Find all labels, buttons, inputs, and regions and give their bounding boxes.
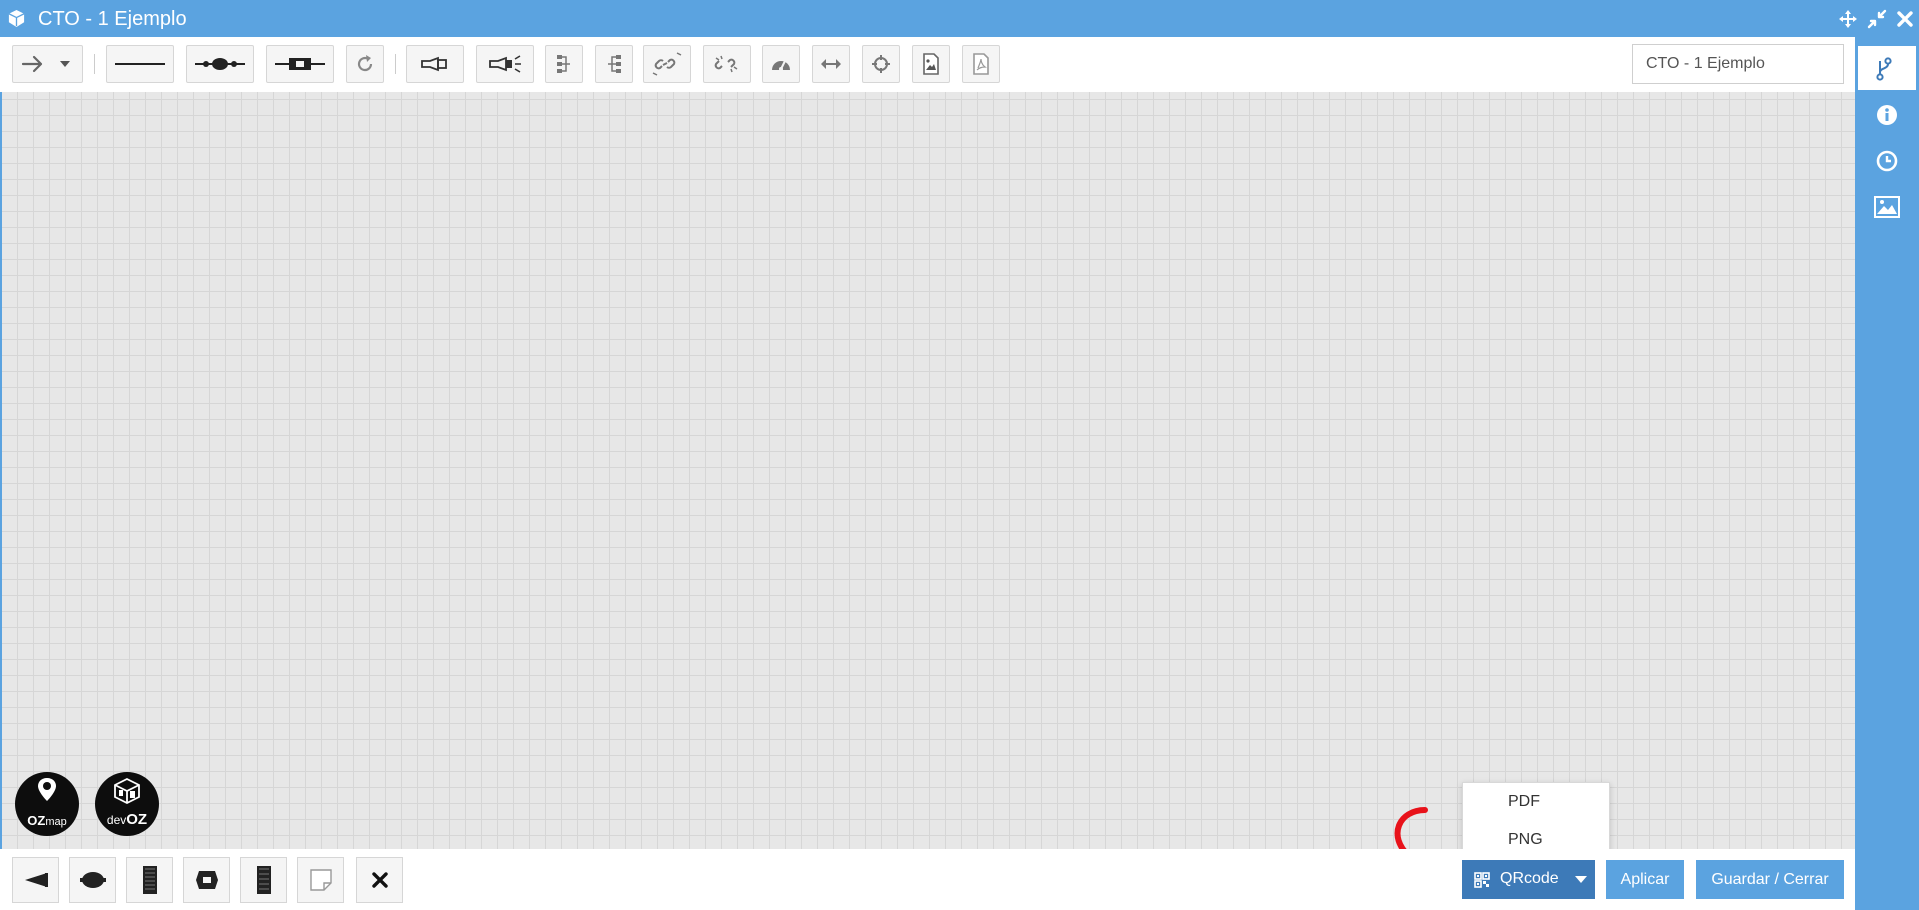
move-icon[interactable] xyxy=(1838,9,1858,29)
arrows-h-icon xyxy=(821,59,841,69)
redo-icon xyxy=(357,55,373,72)
tab-history[interactable] xyxy=(1855,139,1919,183)
close-icon[interactable] xyxy=(1895,9,1915,29)
info-icon xyxy=(1877,105,1897,125)
closure-button[interactable] xyxy=(69,857,116,903)
switch-icon xyxy=(256,866,271,894)
unlink-button[interactable] xyxy=(703,45,751,83)
flashlight-button[interactable] xyxy=(406,45,464,83)
devoz-logo: devOZ xyxy=(95,772,159,836)
ozmap-logo-text-bold: OZ xyxy=(27,813,46,828)
cube-icon xyxy=(8,9,25,28)
splice-tool-button[interactable] xyxy=(186,45,254,83)
chevron-down-icon xyxy=(59,61,70,67)
save-close-button[interactable]: Guardar / Cerrar xyxy=(1696,860,1844,899)
flashlight-on-button[interactable] xyxy=(476,45,534,83)
connector-button[interactable] xyxy=(183,857,230,903)
splitter-icon xyxy=(24,873,48,887)
export-image-button[interactable] xyxy=(912,45,950,83)
tab-info[interactable] xyxy=(1855,93,1919,137)
qrcode-menu-item-pdf[interactable]: PDF xyxy=(1463,783,1611,821)
file-pdf-icon xyxy=(973,53,989,75)
dashboard-icon xyxy=(772,60,790,71)
tab-diagram[interactable] xyxy=(1858,46,1916,90)
fork-icon xyxy=(1876,57,1892,81)
apply-button[interactable]: Aplicar xyxy=(1606,860,1684,899)
right-sidebar xyxy=(1855,37,1919,910)
splice-line-icon xyxy=(195,58,245,70)
qrcode-icon xyxy=(1474,872,1490,888)
splitter-button[interactable] xyxy=(12,857,59,903)
align-tree-reverse-icon xyxy=(608,55,621,73)
connector-box-icon xyxy=(195,871,218,889)
window-title: CTO - 1 Ejemplo xyxy=(38,8,187,30)
map-pin-icon xyxy=(38,778,56,801)
flashlight-icon xyxy=(421,56,447,72)
connector-tool-button[interactable] xyxy=(266,45,334,83)
dio-button[interactable] xyxy=(126,857,173,903)
compress-icon[interactable] xyxy=(1867,9,1887,29)
flashlight-on-icon xyxy=(489,55,521,73)
align-tree-icon xyxy=(557,55,570,73)
switch-button[interactable] xyxy=(240,857,287,903)
qrcode-button-label: QRcode xyxy=(1500,870,1559,887)
window-title-bar: CTO - 1 Ejemplo xyxy=(0,0,1919,37)
bottom-toolbar: QRcode Aplicar Guardar / Cerrar xyxy=(0,849,1855,910)
file-image-icon xyxy=(923,53,939,75)
ozmap-logo-text-light: map xyxy=(45,816,67,828)
qrcode-button[interactable]: QRcode xyxy=(1462,860,1595,899)
clock-icon xyxy=(1876,150,1898,172)
diagram-toolbar xyxy=(0,37,1855,93)
note-button[interactable] xyxy=(297,857,344,903)
toolbar-divider xyxy=(395,54,396,74)
dio-icon xyxy=(142,866,157,894)
arrow-tool-button[interactable] xyxy=(12,45,83,83)
sticky-note-icon xyxy=(309,869,332,891)
image-icon xyxy=(1874,196,1900,218)
crosshairs-icon xyxy=(872,55,890,73)
distance-button[interactable] xyxy=(812,45,850,83)
closure-icon xyxy=(79,872,106,888)
diagram-canvas[interactable]: OZmap devOZ xyxy=(0,92,1855,849)
align-left-button[interactable] xyxy=(545,45,583,83)
connector-line-icon xyxy=(275,58,325,70)
toolbar-divider xyxy=(94,54,95,74)
delete-button[interactable] xyxy=(356,857,403,903)
ozmap-logo: OZmap xyxy=(15,772,79,836)
cube-icon xyxy=(114,778,140,804)
link-button[interactable] xyxy=(643,45,691,83)
align-right-button[interactable] xyxy=(595,45,633,83)
redo-button[interactable] xyxy=(346,45,384,83)
tab-images[interactable] xyxy=(1855,185,1919,229)
caret-down-icon xyxy=(1575,876,1587,883)
center-button[interactable] xyxy=(862,45,900,83)
export-pdf-button[interactable] xyxy=(962,45,1000,83)
qrcode-dropdown-menu: PDF PNG xyxy=(1462,782,1610,859)
arrow-right-icon xyxy=(21,55,70,73)
diagram-name-input[interactable] xyxy=(1632,44,1844,84)
line-tool-button[interactable] xyxy=(106,45,174,83)
link-icon xyxy=(652,52,682,76)
devoz-logo-text-light: dev xyxy=(106,813,127,827)
unlink-icon xyxy=(714,55,738,73)
gauge-button[interactable] xyxy=(762,45,800,83)
devoz-logo-text-bold: OZ xyxy=(126,811,148,828)
times-icon xyxy=(371,872,388,888)
line-icon xyxy=(115,63,165,65)
